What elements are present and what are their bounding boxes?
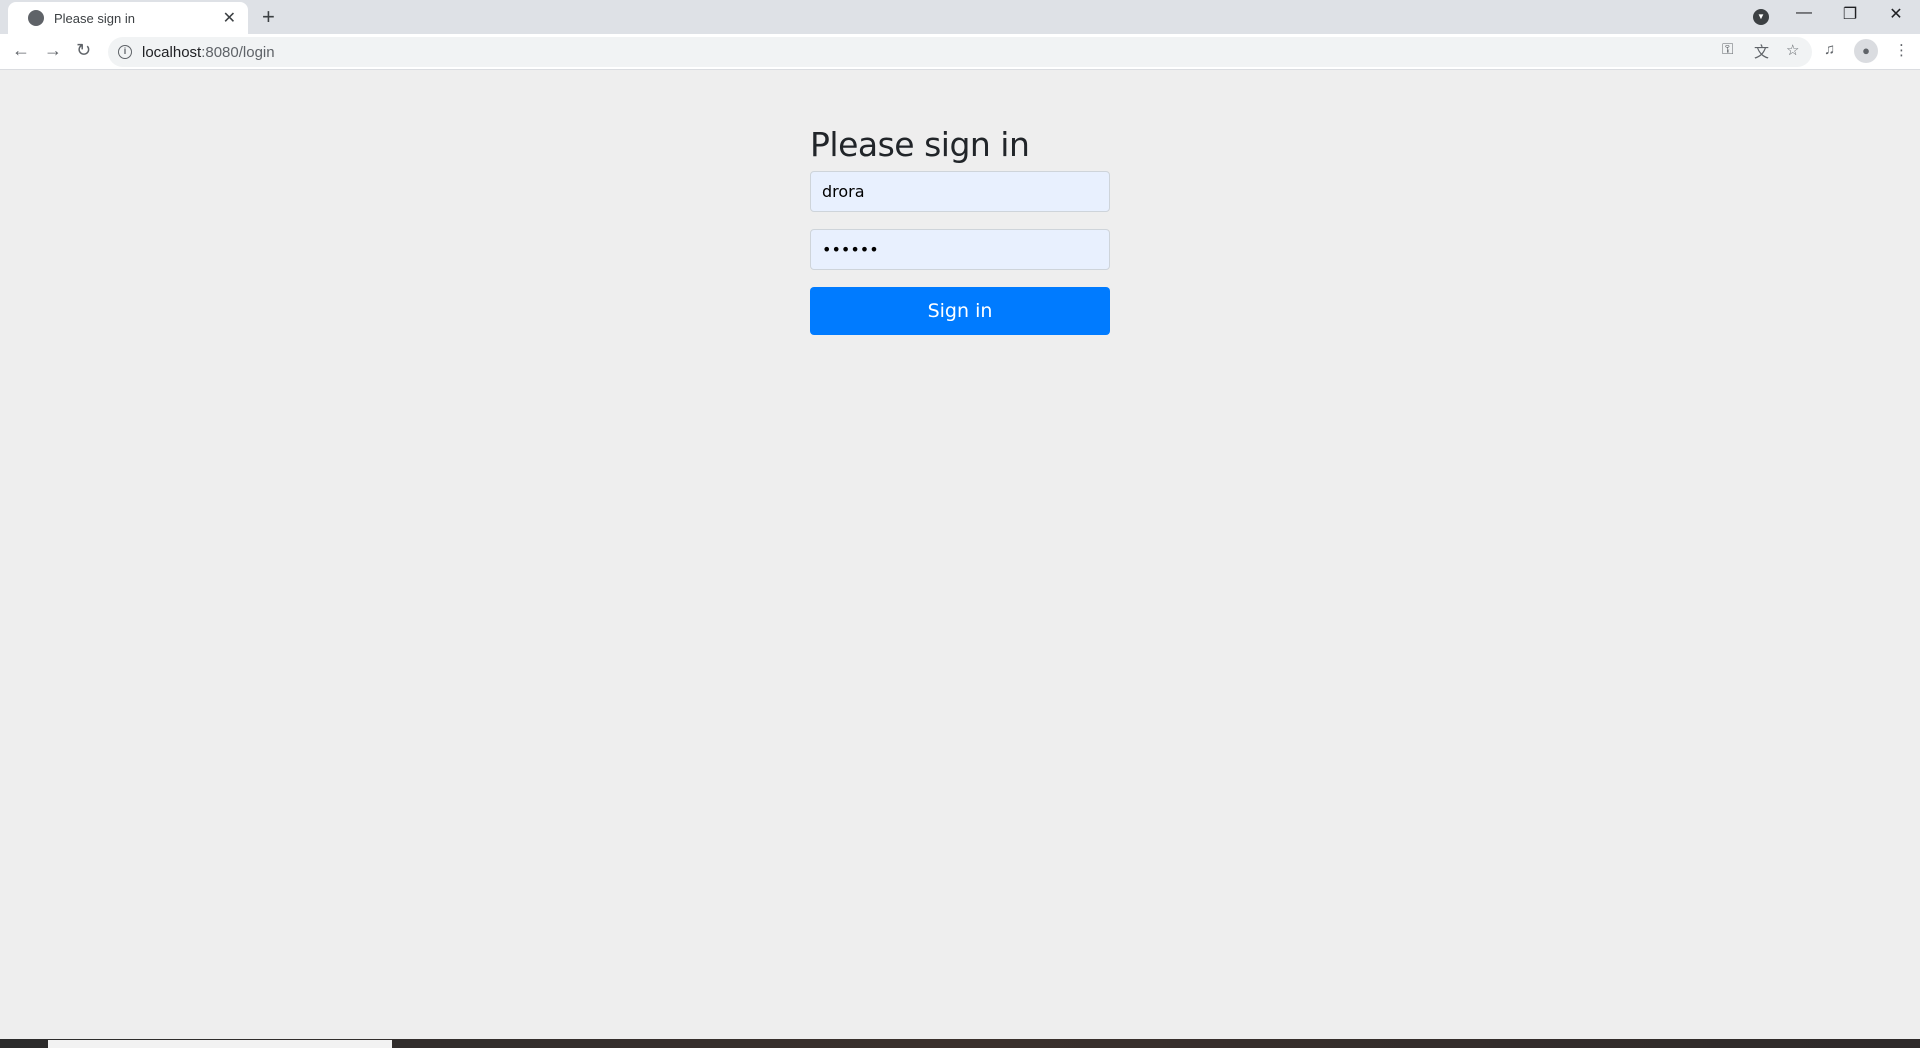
reload-icon[interactable]: ↻ bbox=[76, 40, 91, 61]
taskbar-window[interactable] bbox=[48, 1040, 392, 1048]
restore-icon[interactable]: ❐ bbox=[1827, 4, 1873, 24]
key-icon[interactable]: ⚿ bbox=[1722, 41, 1733, 58]
globe-icon bbox=[28, 10, 44, 26]
new-tab-button[interactable]: + bbox=[262, 4, 275, 30]
info-icon[interactable]: i bbox=[118, 45, 132, 59]
minimize-icon[interactable]: — bbox=[1781, 4, 1827, 22]
os-taskbar bbox=[0, 1039, 1920, 1048]
password-input[interactable] bbox=[810, 229, 1110, 270]
tab-active[interactable]: Please sign in ✕ bbox=[8, 2, 248, 34]
star-icon[interactable]: ☆ bbox=[1786, 41, 1799, 59]
url-host: localhost bbox=[142, 43, 202, 61]
tab-search-icon[interactable]: ▼ bbox=[1753, 9, 1769, 25]
url-path: :8080/login bbox=[201, 43, 275, 61]
address-bar[interactable]: i localhost:8080/login bbox=[108, 37, 1812, 67]
avatar-icon[interactable]: ● bbox=[1854, 39, 1878, 63]
sign-in-button[interactable]: Sign in bbox=[810, 287, 1110, 335]
translate-icon[interactable]: 文 bbox=[1754, 41, 1769, 62]
tab-title: Please sign in bbox=[54, 10, 135, 26]
media-icon[interactable]: ♫ bbox=[1824, 41, 1835, 58]
back-icon[interactable]: ← bbox=[12, 40, 30, 61]
more-icon[interactable]: ⋮ bbox=[1894, 41, 1909, 59]
tab-strip: Please sign in ✕ + ▼ — ❐ ✕ bbox=[0, 0, 1920, 34]
username-input[interactable] bbox=[810, 171, 1110, 212]
url-text: localhost:8080/login bbox=[142, 44, 275, 61]
window-close-icon[interactable]: ✕ bbox=[1873, 4, 1919, 24]
forward-icon[interactable]: → bbox=[44, 40, 62, 61]
close-tab-icon[interactable]: ✕ bbox=[223, 8, 236, 28]
page-title: Please sign in bbox=[810, 125, 1030, 164]
browser-toolbar: ← → ↻ i localhost:8080/login ⚿ 文 ☆ ♫ ● ⋮ bbox=[0, 34, 1920, 70]
